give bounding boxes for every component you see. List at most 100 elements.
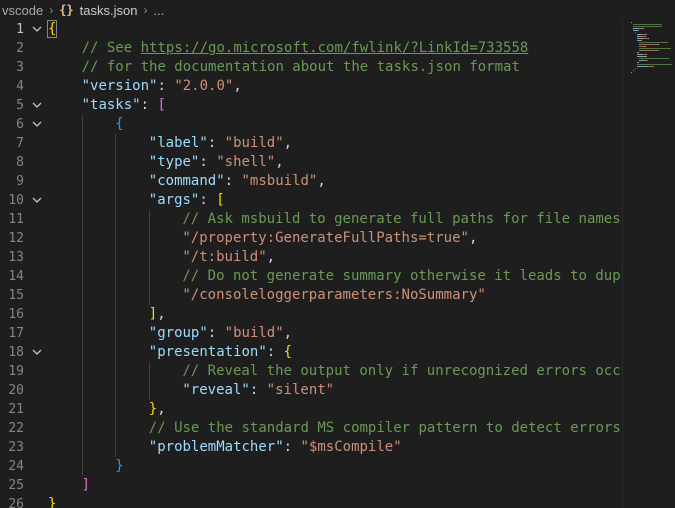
minimap-token xyxy=(637,64,672,65)
minimap[interactable] xyxy=(622,20,675,508)
punctuation: : xyxy=(207,325,225,341)
indent-guide xyxy=(115,191,149,210)
line-number: 10 xyxy=(8,193,24,208)
json-string: "build" xyxy=(224,135,284,151)
code-content: // Reveal the output only if unrecognize… xyxy=(48,362,622,381)
minimap-token xyxy=(644,60,648,61)
code-line[interactable]: 26} xyxy=(0,495,622,508)
json-string: "2.0.0" xyxy=(174,78,234,94)
minimap-token xyxy=(645,46,646,47)
line-number: 15 xyxy=(8,288,24,303)
breadcrumb-file[interactable]: tasks.json xyxy=(78,3,140,18)
code-line[interactable]: 16], xyxy=(0,305,622,324)
code-line[interactable]: 17 "group": "build", xyxy=(0,324,622,343)
minimap-token xyxy=(639,50,659,51)
json-string: "build" xyxy=(224,325,284,341)
json-key: "command" xyxy=(148,173,225,189)
code-content: "reveal": "silent" xyxy=(48,381,334,400)
code-content: } xyxy=(48,495,56,508)
code-line[interactable]: 19 // Reveal the output only if unrecogni… xyxy=(0,362,622,381)
code-editor[interactable]: 1{2// See https://go.microsoft.com/fwlin… xyxy=(0,20,622,508)
code-line[interactable]: 4 "version": "2.0.0", xyxy=(0,77,622,96)
indent-guide xyxy=(81,267,116,286)
code-line[interactable]: 2 // See https://go.microsoft.com/fwlink/… xyxy=(0,39,622,58)
json-key: "type" xyxy=(148,154,200,170)
indent-guide xyxy=(115,362,149,381)
indent-guide xyxy=(81,134,116,153)
code-line[interactable]: 6{ xyxy=(0,115,622,134)
indent-guide xyxy=(148,229,183,248)
indent-guide xyxy=(81,381,116,400)
chevron-down-icon[interactable] xyxy=(30,343,44,362)
code-line[interactable]: 5 "tasks": [ xyxy=(0,96,622,115)
indent-guide xyxy=(148,248,183,267)
minimap-token xyxy=(635,68,636,69)
code-line[interactable]: 1{ xyxy=(0,20,622,39)
indent-guide xyxy=(115,305,149,324)
code-line[interactable]: 11 // Ask msbuild to generate full paths … xyxy=(0,210,622,229)
punctuation: , xyxy=(275,154,284,170)
code-line[interactable]: 14 // Do not generate summary otherwise i… xyxy=(0,267,622,286)
comment: // Ask msbuild to generate full paths fo… xyxy=(182,211,622,227)
indent-guide xyxy=(148,210,183,229)
indent-guide xyxy=(115,172,149,191)
indent-guide xyxy=(148,362,183,381)
code-line[interactable]: 12 "/property:GenerateFullPaths=true", xyxy=(0,229,622,248)
indent-guide xyxy=(81,115,116,134)
code-line[interactable]: 23 "problemMatcher": "$msCompile" xyxy=(0,438,622,457)
breadcrumb-folder[interactable]: vscode xyxy=(0,3,45,18)
code-content: "type": "shell", xyxy=(48,153,284,172)
code-content: ] xyxy=(48,476,90,495)
code-line[interactable]: 15 "/consoleloggerparameters:NoSummary" xyxy=(0,286,622,305)
chevron-down-icon[interactable] xyxy=(30,96,44,115)
punctuation: , xyxy=(157,306,166,322)
indent-guide xyxy=(81,400,116,419)
indent-guide xyxy=(115,267,149,286)
indent-guide xyxy=(115,229,149,248)
comment-link[interactable]: https://go.microsoft.com/fwlink/?LinkId=… xyxy=(141,40,529,56)
line-number: 13 xyxy=(8,250,24,265)
line-number: 24 xyxy=(8,459,24,474)
breadcrumb: vscode › {} tasks.json › ... xyxy=(0,0,675,20)
code-line[interactable]: 10 "args": [ xyxy=(0,191,622,210)
code-line[interactable]: 21}, xyxy=(0,400,622,419)
code-line[interactable]: 8 "type": "shell", xyxy=(0,153,622,172)
code-line[interactable]: 7 "label": "build", xyxy=(0,134,622,153)
code-line[interactable]: 9 "command": "msbuild", xyxy=(0,172,622,191)
line-number: 5 xyxy=(16,98,24,113)
code-line[interactable]: 13 "/t:build", xyxy=(0,248,622,267)
code-content: { xyxy=(46,20,58,39)
code-line[interactable]: 3 // for the documentation about the task… xyxy=(0,58,622,77)
minimap-token xyxy=(633,26,662,27)
minimap-token xyxy=(643,28,644,29)
code-content: "/t:build", xyxy=(48,248,275,267)
indent-guide xyxy=(48,324,82,343)
json-string: "/t:build" xyxy=(182,249,267,265)
chevron-right-icon: › xyxy=(49,3,54,17)
code-line[interactable]: 18 "presentation": { xyxy=(0,343,622,362)
breadcrumb-more[interactable]: ... xyxy=(151,3,166,18)
indent-guide xyxy=(81,362,116,381)
code-content: // Ask msbuild to generate full paths fo… xyxy=(48,210,622,229)
indent-guide xyxy=(115,153,149,172)
chevron-down-icon[interactable] xyxy=(30,191,44,210)
indent-guide xyxy=(81,286,116,305)
code-content: ], xyxy=(48,305,166,324)
json-string: "shell" xyxy=(216,154,276,170)
line-number: 4 xyxy=(16,79,24,94)
indent-guide xyxy=(115,400,149,419)
json-string: "/property:GenerateFullPaths=true" xyxy=(182,230,469,246)
chevron-right-icon: › xyxy=(143,3,148,17)
chevron-down-icon[interactable] xyxy=(30,115,44,134)
indent-guide xyxy=(48,172,82,191)
json-key: "label" xyxy=(148,135,208,151)
indent-guide xyxy=(48,476,82,495)
code-content: "tasks": [ xyxy=(48,96,166,115)
json-key: "version" xyxy=(81,78,158,94)
code-line[interactable]: 20 "reveal": "silent" xyxy=(0,381,622,400)
chevron-down-icon[interactable] xyxy=(30,20,44,39)
code-line[interactable]: 24} xyxy=(0,457,622,476)
code-line[interactable]: 25] xyxy=(0,476,622,495)
minimap-token xyxy=(638,62,639,63)
code-line[interactable]: 22 // Use the standard MS compiler patter… xyxy=(0,419,622,438)
